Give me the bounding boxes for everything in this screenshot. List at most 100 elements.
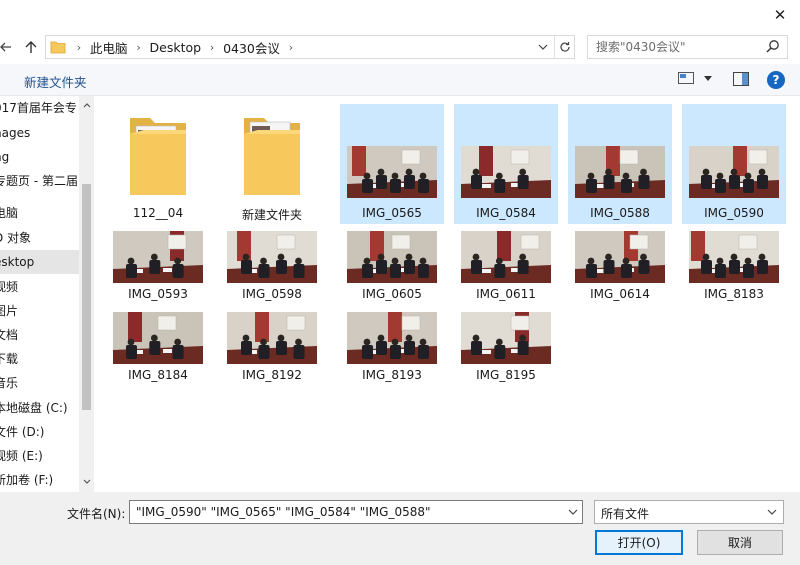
nav-item[interactable]: 视频 [0, 275, 80, 299]
file-name: IMG_8195 [476, 368, 536, 382]
nav-item-label: 文件 (D:) [0, 425, 45, 439]
refresh-icon [559, 42, 570, 52]
arrow-left-icon [0, 42, 11, 52]
nav-item[interactable]: 新加卷 (F:) [0, 468, 80, 492]
image-thumbnail [347, 146, 437, 198]
image-thumbnail [575, 146, 665, 198]
chevron-down-icon [83, 479, 90, 484]
bottom-panel: 文件名(N): 所有文件 打开(O) 取消 [0, 492, 800, 565]
nav-item[interactable]: esktop [0, 250, 80, 274]
nav-item-label: 视频 [0, 280, 19, 294]
view-button[interactable] [678, 72, 712, 84]
scroll-down-button[interactable] [79, 474, 94, 488]
image-thumbnail [227, 312, 317, 364]
navigation-pane: 017首届年会专 nages ng 专题页 - 第二届电脑 D 对象 esktop 视频图片… [0, 96, 94, 492]
file-item[interactable]: IMG_8184 [106, 308, 210, 384]
cancel-button[interactable]: 取消 [697, 530, 783, 555]
file-name: IMG_0588 [590, 206, 650, 220]
nav-item[interactable]: D 对象 [0, 226, 80, 250]
nav-item[interactable]: 视频 (E:) [0, 444, 80, 468]
nav-item-label: 本地磁盘 (C:) [0, 401, 68, 415]
file-item[interactable]: IMG_8193 [340, 308, 444, 384]
file-list: 112__04 新建文件夹 IMG_0565 IMG_0584 IMG_0588 [94, 96, 800, 492]
image-thumbnail [227, 231, 317, 283]
file-name: IMG_8183 [704, 287, 764, 301]
scroll-thumb[interactable] [82, 184, 91, 410]
nav-item-label: D 对象 [0, 231, 32, 245]
chevron-right-icon: › [136, 40, 141, 54]
toolbar: 新建文件夹 ? [0, 64, 800, 96]
file-item[interactable]: IMG_0584 [454, 104, 558, 224]
nav-item[interactable]: ng [0, 145, 80, 169]
chevron-down-icon[interactable] [568, 505, 578, 519]
filename-input[interactable] [130, 501, 550, 523]
preview-pane-button[interactable] [733, 72, 749, 89]
new-folder-button[interactable]: 新建文件夹 [24, 72, 87, 91]
image-thumbnail [689, 146, 779, 198]
open-button[interactable]: 打开(O) [595, 530, 683, 555]
up-button[interactable] [20, 36, 42, 58]
filename-combobox[interactable] [129, 500, 583, 524]
file-item[interactable]: IMG_0588 [568, 104, 672, 224]
nav-item[interactable]: 下载 [0, 347, 80, 371]
file-item[interactable]: IMG_0614 [568, 227, 672, 303]
scroll-up-button[interactable] [79, 98, 94, 112]
file-name: 112__04 [132, 206, 184, 220]
file-item[interactable]: IMG_8192 [220, 308, 324, 384]
preview-pane-icon [733, 72, 749, 86]
file-item[interactable]: IMG_8183 [682, 227, 786, 303]
breadcrumb-0430[interactable]: 0430会议 [221, 38, 282, 57]
close-icon: ✕ [773, 6, 787, 24]
filetype-value: 所有文件 [601, 507, 650, 521]
close-button[interactable]: ✕ [760, 0, 800, 30]
image-thumbnail [689, 231, 779, 283]
nav-item[interactable]: 图片 [0, 299, 80, 323]
file-name: IMG_0593 [128, 287, 188, 301]
image-thumbnail [461, 312, 551, 364]
chevron-right-icon: › [76, 40, 82, 54]
nav-item[interactable]: nages [0, 121, 80, 145]
chevron-right-icon: › [288, 40, 294, 54]
file-name: IMG_0605 [362, 287, 422, 301]
nav-scrollbar[interactable] [79, 96, 94, 492]
nav-item-label: 017首届年会专 [0, 101, 77, 115]
search-box[interactable] [587, 35, 788, 59]
help-icon[interactable]: ? [767, 71, 785, 89]
search-input[interactable] [588, 36, 758, 58]
nav-item[interactable]: 音乐 [0, 371, 80, 395]
nav-item-label: ng [0, 150, 10, 164]
filetype-select[interactable]: 所有文件 [594, 500, 784, 524]
nav-item[interactable]: 电脑 [0, 201, 80, 225]
file-item[interactable]: IMG_8195 [454, 308, 558, 384]
nav-item[interactable]: 文档 [0, 323, 80, 347]
file-item[interactable]: IMG_0565 [340, 104, 444, 224]
nav-item[interactable]: 017首届年会专 [0, 96, 80, 120]
file-item[interactable]: IMG_0593 [106, 227, 210, 303]
folder-item[interactable]: 新建文件夹 [220, 104, 324, 224]
address-bar[interactable]: › 此电脑 › Desktop › 0430会议 › [45, 35, 575, 59]
folder-item[interactable]: 112__04 [106, 104, 210, 224]
nav-item-label: 新加卷 (F:) [0, 473, 54, 487]
back-button[interactable] [0, 36, 14, 58]
file-name: 新建文件夹 [241, 208, 302, 222]
file-name: IMG_0584 [476, 206, 536, 220]
image-thumbnail [347, 312, 437, 364]
address-dropdown[interactable] [534, 36, 552, 58]
nav-item[interactable]: 文件 (D:) [0, 420, 80, 444]
image-thumbnail [347, 231, 437, 283]
file-item[interactable]: IMG_0590 [682, 104, 786, 224]
image-thumbnail [575, 231, 665, 283]
nav-item[interactable]: 本地磁盘 (C:) [0, 396, 80, 420]
file-item[interactable]: IMG_0605 [340, 227, 444, 303]
file-name: IMG_0590 [704, 206, 764, 220]
nav-item[interactable]: 专题页 - 第二届 [0, 169, 80, 193]
file-item[interactable]: IMG_0598 [220, 227, 324, 303]
search-icon[interactable] [765, 39, 781, 55]
file-name: IMG_0611 [476, 287, 536, 301]
breadcrumb-desktop[interactable]: Desktop [148, 40, 204, 55]
breadcrumb-this-pc[interactable]: 此电脑 [88, 38, 130, 57]
file-item[interactable]: IMG_0611 [454, 227, 558, 303]
chevron-up-icon [83, 102, 90, 107]
refresh-button[interactable] [554, 36, 574, 58]
nav-item-label: nages [0, 126, 31, 140]
